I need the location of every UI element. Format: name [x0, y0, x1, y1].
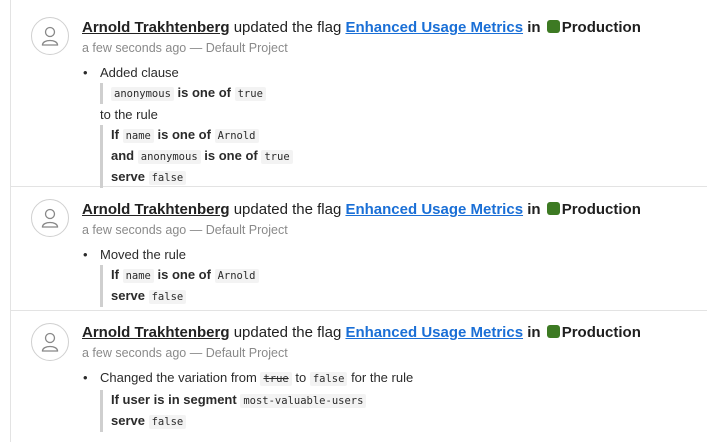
entry-headline: Arnold Trakhtenberg updated the flag Enh… — [82, 18, 707, 38]
rule-operator: is one of — [157, 267, 211, 282]
change-item: • Changed the variation from true to fal… — [82, 368, 707, 432]
bullet: • — [83, 247, 88, 262]
meta-separator: — — [189, 41, 203, 55]
rule-value: true — [261, 150, 293, 164]
rule-serve: serve — [111, 413, 145, 428]
serve-value: false — [148, 415, 187, 429]
feed-entry: Arnold Trakhtenberg updated the flag Enh… — [10, 311, 707, 442]
to-rule-label: to the rule — [100, 107, 158, 122]
rule-attribute: anonymous — [137, 150, 201, 164]
environment-color-swatch — [546, 202, 560, 215]
project-name: Default Project — [205, 41, 288, 55]
change-label: Moved the rule — [100, 247, 186, 262]
rule-value: Arnold — [214, 269, 259, 283]
rule-condition: If user is in segment — [111, 392, 237, 407]
to-value: false — [309, 372, 348, 386]
rule-attribute: name — [122, 269, 154, 283]
serve-value: false — [148, 171, 187, 185]
clause-value: true — [234, 87, 266, 101]
feed-entry: Arnold Trakhtenberg updated the flag Enh… — [10, 187, 707, 311]
environment-color-swatch — [546, 325, 560, 338]
clause-block: anonymous is one of true — [100, 83, 707, 104]
user-icon — [41, 332, 59, 352]
in-text: in — [527, 324, 541, 341]
rule-operator: is one of — [204, 148, 258, 163]
entry-headline: Arnold Trakhtenberg updated the flag Enh… — [82, 200, 707, 220]
avatar[interactable] — [31, 199, 69, 237]
action-text: updated the flag — [233, 324, 342, 341]
rule-block: If user is in segment most-valuable-user… — [100, 390, 707, 432]
rule-block: If name is one of Arnold serve false — [100, 265, 707, 307]
project-name: Default Project — [205, 223, 288, 237]
rule-operator: is one of — [157, 127, 211, 142]
bullet: • — [83, 370, 88, 385]
user-link[interactable]: Arnold Trakhtenberg — [82, 324, 230, 341]
flag-link[interactable]: Enhanced Usage Metrics — [345, 19, 523, 36]
activity-feed: Arnold Trakhtenberg updated the flag Enh… — [0, 0, 707, 442]
in-text: in — [527, 201, 541, 218]
in-text: in — [527, 19, 541, 36]
feed-entry: Arnold Trakhtenberg updated the flag Enh… — [10, 0, 707, 188]
for-rule-label: for the rule — [351, 370, 414, 385]
action-text: updated the flag — [233, 19, 342, 36]
rule-serve: serve — [111, 169, 145, 184]
environment-name: Production — [561, 19, 641, 36]
user-link[interactable]: Arnold Trakhtenberg — [82, 201, 230, 218]
flag-link[interactable]: Enhanced Usage Metrics — [345, 201, 523, 218]
environment-name: Production — [561, 201, 641, 218]
user-icon — [41, 26, 59, 46]
change-item: • Added clause anonymous is one of true … — [82, 63, 707, 188]
project-name: Default Project — [205, 346, 288, 360]
rule-attribute: name — [122, 129, 154, 143]
change-item: • Moved the rule If name is one of Arnol… — [82, 245, 707, 307]
bullet: • — [83, 65, 88, 80]
change-description: Changed the variation from true to false… — [100, 368, 707, 389]
to-text: to — [295, 370, 307, 385]
rule-if: If — [111, 267, 119, 282]
timestamp: a few seconds ago — [82, 41, 187, 55]
timestamp: a few seconds ago — [82, 223, 187, 237]
entry-meta: a few seconds ago — Default Project — [82, 39, 707, 57]
entry-meta: a few seconds ago — Default Project — [82, 221, 707, 239]
avatar[interactable] — [31, 17, 69, 55]
environment-name: Production — [561, 324, 641, 341]
clause-attribute: anonymous — [111, 87, 174, 101]
change-label: Added clause — [100, 65, 179, 80]
entry-meta: a few seconds ago — Default Project — [82, 344, 707, 362]
rule-if: If — [111, 127, 119, 142]
rule-value: Arnold — [214, 129, 259, 143]
segment-name: most-valuable-users — [240, 394, 367, 408]
meta-separator: — — [189, 223, 203, 237]
from-value: true — [260, 372, 292, 386]
timestamp: a few seconds ago — [82, 346, 187, 360]
user-icon — [41, 208, 59, 228]
action-text: updated the flag — [233, 201, 342, 218]
avatar[interactable] — [31, 323, 69, 361]
rule-serve: serve — [111, 288, 145, 303]
flag-link[interactable]: Enhanced Usage Metrics — [345, 324, 523, 341]
environment-color-swatch — [546, 20, 560, 33]
meta-separator: — — [189, 346, 203, 360]
rule-block: If name is one of Arnold and anonymous i… — [100, 125, 707, 188]
rule-and: and — [111, 148, 135, 163]
user-link[interactable]: Arnold Trakhtenberg — [82, 19, 230, 36]
clause-operator: is one of — [177, 85, 231, 100]
entry-headline: Arnold Trakhtenberg updated the flag Enh… — [82, 323, 707, 343]
serve-value: false — [148, 290, 187, 304]
change-label: Changed the variation from — [100, 370, 257, 385]
